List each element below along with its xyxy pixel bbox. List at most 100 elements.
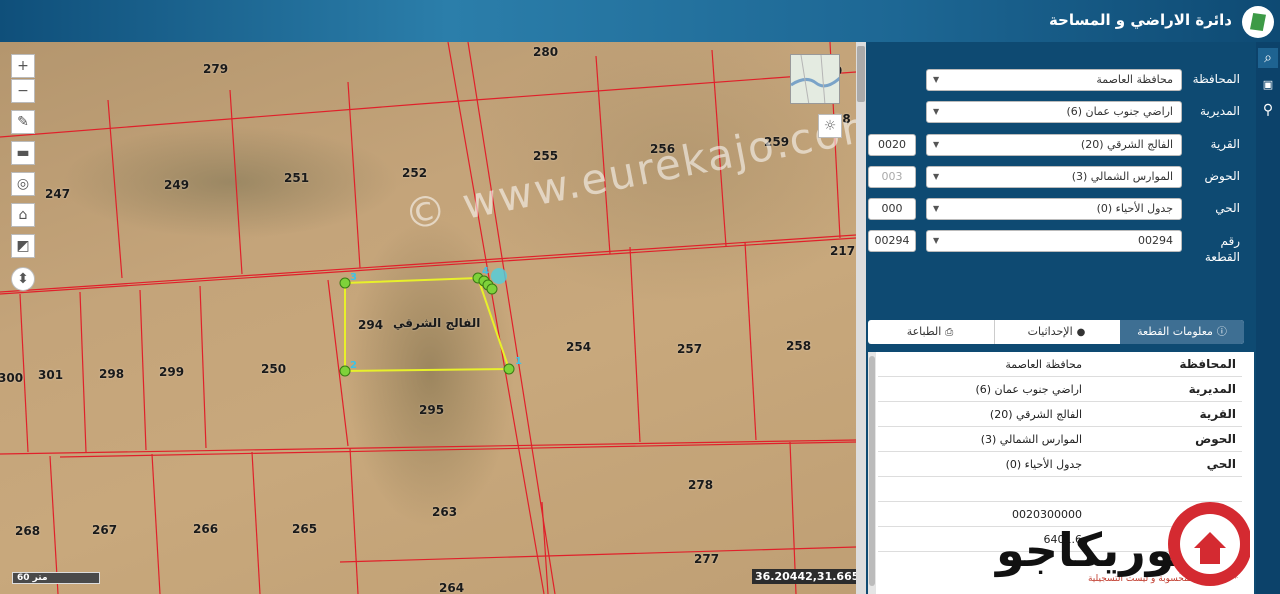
parcel-label: 265 xyxy=(292,522,318,536)
directorate-row: المديرية اراضي جنوب عمان (6) ▼ xyxy=(866,98,1256,126)
pin-icon: ● xyxy=(1076,327,1086,338)
parcel-label: 257 xyxy=(677,342,703,356)
parcel-label: 268 xyxy=(15,524,41,538)
chevron-down-icon: ▼ xyxy=(933,107,940,116)
search-icon[interactable]: ⌕ xyxy=(1258,48,1278,68)
parcel-label: 258 xyxy=(786,339,812,353)
dls-logo[interactable] xyxy=(1242,6,1274,38)
parcel-label: 247 xyxy=(45,187,71,201)
neighborhood-code-input[interactable]: 000 xyxy=(868,198,916,220)
compass-icon: ⬍ xyxy=(17,271,29,287)
info-key: المحافظة xyxy=(1179,357,1236,371)
area-label: الفالج الشرقي xyxy=(393,316,481,330)
locate-button[interactable]: ◎ xyxy=(11,172,35,196)
directorate-value: اراضي جنوب عمان (6) xyxy=(1066,105,1173,118)
home-button[interactable]: ⌂ xyxy=(11,203,35,227)
svg-text:يوريكاجو: يوريكاجو xyxy=(994,523,1192,577)
vertex-label: 2 xyxy=(350,360,357,371)
info-row: المحافظة محافظة العاصمة xyxy=(878,352,1242,377)
minimap-thumbnail xyxy=(791,55,839,103)
home-icon: ⌂ xyxy=(18,207,28,223)
chevron-down-icon: ▼ xyxy=(933,236,940,245)
zoom-out-button[interactable]: − xyxy=(11,79,35,103)
neighborhood-select[interactable]: جدول الأحياء (0) ▼ xyxy=(926,198,1182,220)
info-key: الحي xyxy=(1206,457,1236,471)
village-row: القرية الفالج الشرقي (20) ▼ 0020 xyxy=(866,131,1256,159)
directorate-select[interactable]: اراضي جنوب عمان (6) ▼ xyxy=(926,101,1182,123)
info-key: القرية xyxy=(1199,407,1236,421)
search-panel: المحافظة محافظة العاصمة ▼ المديرية اراضي … xyxy=(866,42,1256,594)
zoom-in-button[interactable]: + xyxy=(11,54,35,78)
chart-button[interactable]: ◩ xyxy=(11,234,35,258)
pencil-icon: ✎ xyxy=(17,114,29,130)
info-icon: ⓘ xyxy=(1216,327,1227,338)
parcel-label: 301 xyxy=(38,368,64,382)
app-title: دائرة الاراضي و المساحة xyxy=(1048,11,1232,29)
parcel-label: 278 xyxy=(688,478,714,492)
basin-label: الحوض xyxy=(1204,169,1240,183)
scale-bar: 60 متر xyxy=(12,572,100,584)
parcel-label: 251 xyxy=(284,171,310,185)
map-scrollbar[interactable] xyxy=(856,42,866,594)
info-row: المديرية اراضي جنوب عمان (6) xyxy=(878,377,1242,402)
parcel-label: 249 xyxy=(164,178,190,192)
logo-mark-icon xyxy=(1250,13,1266,31)
draw-button[interactable]: ✎ xyxy=(11,110,35,134)
parcel-label: 250 xyxy=(261,362,287,376)
tab-parcel-info[interactable]: ⓘمعلومات القطعة xyxy=(1120,320,1244,344)
basin-select[interactable]: الموارس الشمالي (3) ▼ xyxy=(926,166,1182,188)
info-key: الحوض xyxy=(1195,432,1236,446)
neighborhood-label: الحي xyxy=(1215,201,1240,215)
parcel-info-table: المحافظة محافظة العاصمة المديرية اراضي جنوب… xyxy=(868,352,1254,594)
measure-button[interactable]: ▬ xyxy=(11,141,35,165)
chevron-down-icon: ▼ xyxy=(933,172,940,181)
parcel-number-input[interactable]: 00294 xyxy=(868,230,916,252)
ruler-icon: ▬ xyxy=(16,145,30,161)
tab-label: الطباعة xyxy=(906,325,942,338)
village-code-input[interactable]: 0020 xyxy=(868,134,916,156)
basin-code-input[interactable]: 003 xyxy=(868,166,916,188)
info-value: جدول الأحياء (0) xyxy=(1005,458,1082,471)
parcel-label: 298 xyxy=(99,367,125,381)
parcel-label: 277 xyxy=(694,552,720,566)
map-view[interactable]: 1 2 3 4 28027991825525625925225124924721… xyxy=(0,42,856,594)
parcel-label: 266 xyxy=(193,522,219,536)
layers-icon[interactable]: ▣ xyxy=(1258,74,1278,94)
vertex-label: 3 xyxy=(350,272,357,283)
tab-coordinates[interactable]: ●الإحداثيات xyxy=(994,320,1118,344)
compass-button[interactable]: ⬍ xyxy=(11,267,35,291)
chevron-down-icon: ▼ xyxy=(933,204,940,213)
sun-icon: ☼ xyxy=(823,118,837,134)
info-tabs: ⓘمعلومات القطعة ●الإحداثيات ⎙الطباعة xyxy=(868,320,1244,344)
village-select[interactable]: الفالج الشرقي (20) ▼ xyxy=(926,134,1182,156)
governorate-select[interactable]: محافظة العاصمة ▼ xyxy=(926,69,1182,91)
info-row: الحوض الموارس الشمالي (3) xyxy=(878,427,1242,452)
scrollbar-thumb[interactable] xyxy=(857,46,865,102)
basemap-toggle-button[interactable]: ☼ xyxy=(818,114,842,138)
chart-icon: ◩ xyxy=(16,238,30,254)
minimap[interactable] xyxy=(790,54,840,104)
header: دائرة الاراضي و المساحة xyxy=(0,0,1280,42)
tab-print[interactable]: ⎙الطباعة xyxy=(868,320,992,344)
vertex-label: 4 xyxy=(482,266,489,277)
governorate-row: المحافظة محافظة العاصمة ▼ xyxy=(866,66,1256,94)
info-row: الحي جدول الأحياء (0) xyxy=(878,452,1242,477)
parcel-number-value: 00294 xyxy=(1138,234,1173,247)
right-sidebar: ⌕ ▣ ⚲ xyxy=(1256,42,1280,594)
village-label: القرية xyxy=(1210,137,1240,151)
chevron-down-icon: ▼ xyxy=(933,75,940,84)
directorate-label: المديرية xyxy=(1200,104,1240,118)
parcel-number-select[interactable]: 00294 ▼ xyxy=(926,230,1182,252)
info-row: القرية الفالج الشرقي (20) xyxy=(878,402,1242,427)
info-scrollbar[interactable] xyxy=(868,352,876,594)
eurekajo-logo-stamp: يوريكاجو xyxy=(994,502,1250,586)
location-icon[interactable]: ⚲ xyxy=(1258,100,1278,120)
parcel-label: 264 xyxy=(439,581,465,594)
basin-row: الحوض الموارس الشمالي (3) ▼ 003 xyxy=(866,163,1256,191)
parcel-number-row: رقم القطعة 00294 ▼ 00294 xyxy=(866,227,1256,267)
scrollbar-thumb[interactable] xyxy=(869,356,875,586)
basin-value: الموارس الشمالي (3) xyxy=(1071,170,1173,183)
governorate-label: المحافظة xyxy=(1192,72,1240,86)
parcel-number-label: رقم القطعة xyxy=(1204,234,1240,264)
crosshair-icon: ◎ xyxy=(16,176,30,192)
